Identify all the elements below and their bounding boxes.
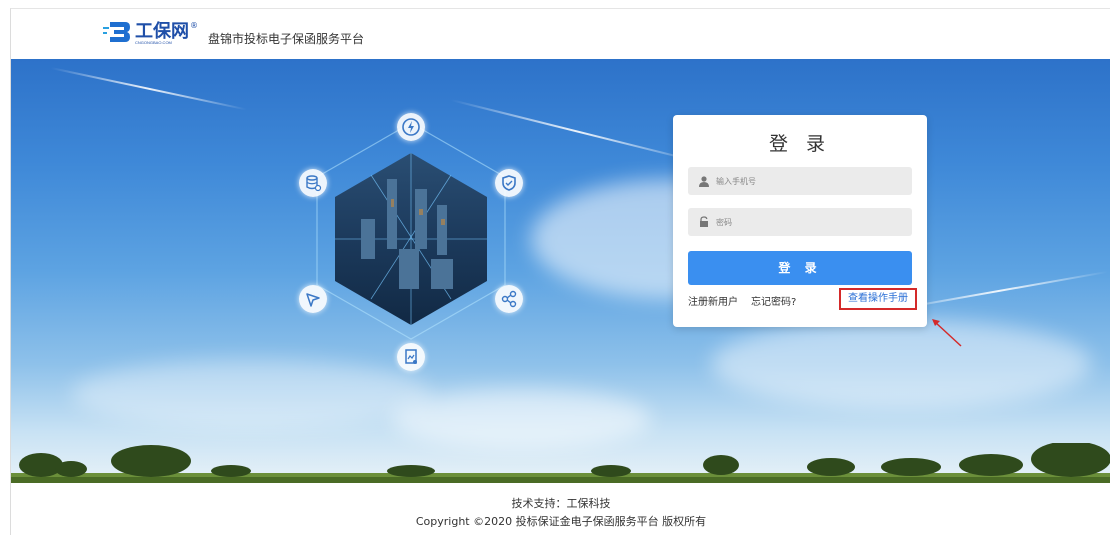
login-title: 登 录 — [768, 133, 832, 155]
user-icon — [699, 176, 709, 187]
register-link[interactable]: 注册新用户 — [688, 293, 738, 308]
hero-banner: 登 录 输入手机号 密码 登 录 注册新用户 忘记密码? 查看操作手册 — [11, 59, 1110, 483]
send-icon — [299, 285, 327, 313]
cloud — [711, 319, 1091, 409]
city-hexagon-graphic — [316, 122, 506, 340]
treeline-graphic — [11, 443, 1110, 483]
shield-icon — [495, 169, 523, 197]
tech-support-text: 技术支持：工保科技 — [511, 497, 611, 510]
password-field[interactable]: 密码 — [688, 208, 912, 236]
lock-icon — [700, 216, 708, 227]
header: 工保网 ® CNGONGBAO.COM 盘锦市投标电子保函服务平台 — [11, 9, 1110, 59]
document-icon — [397, 343, 425, 371]
copyright-text: Copyright ©2020 投标保证金电子保函服务平台 版权所有 — [415, 515, 707, 528]
phone-field[interactable]: 输入手机号 — [688, 167, 912, 195]
lightning-icon — [397, 113, 425, 141]
platform-title: 盘锦市投标电子保函服务平台 — [208, 32, 365, 46]
forgot-password-link[interactable]: 忘记密码? — [751, 293, 796, 308]
share-icon — [495, 285, 523, 313]
user-manual-link[interactable]: 查看操作手册 — [839, 288, 917, 310]
logo-subtext: CNGONGBAO.COM — [135, 40, 172, 45]
logo[interactable]: 工保网 ® CNGONGBAO.COM — [103, 21, 198, 45]
password-input-placeholder: 密码 — [716, 217, 732, 227]
login-card: 登 录 输入手机号 密码 登 录 注册新用户 忘记密码? 查看操作手册 — [673, 115, 927, 327]
contrail — [50, 67, 247, 111]
cloud — [391, 389, 651, 449]
login-button[interactable]: 登 录 — [688, 251, 912, 285]
database-icon — [299, 169, 327, 197]
logo-registered-mark: ® — [190, 21, 198, 30]
phone-input-placeholder: 输入手机号 — [716, 176, 756, 186]
annotation-arrow-icon — [932, 319, 962, 347]
footer: 技术支持：工保科技 Copyright ©2020 投标保证金电子保函服务平台 … — [11, 483, 1110, 535]
page-frame: 工保网 ® CNGONGBAO.COM 盘锦市投标电子保函服务平台 登 录 输入… — [10, 8, 1110, 535]
logo-mark-icon — [103, 21, 131, 43]
logo-text: 工保网 — [135, 21, 189, 41]
